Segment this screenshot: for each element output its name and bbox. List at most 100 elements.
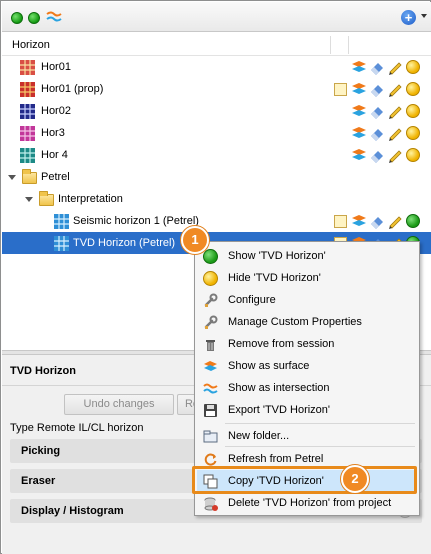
disk-icon: [204, 404, 217, 417]
tree-row-label: Hor02: [41, 105, 71, 117]
surface-icon[interactable]: [351, 59, 367, 75]
seismic-horizon-icon: [54, 214, 69, 229]
yellow-circle-icon[interactable]: [406, 104, 420, 118]
tree-row-label: Hor 4: [41, 149, 68, 161]
expand-icon[interactable]: [25, 197, 33, 202]
surface-icon: [204, 361, 217, 371]
yellow-circle-icon[interactable]: [406, 126, 420, 140]
horizon-grid-icon: [20, 104, 35, 119]
callout-1: 1: [181, 226, 209, 254]
horizon-property-icon: [20, 82, 35, 97]
tree-row-label: Seismic horizon 1 (Petrel): [73, 215, 199, 227]
section-label: Display / Histogram: [21, 505, 124, 517]
folder-icon: [203, 430, 218, 443]
menu-item-show-as-surface[interactable]: Show as surface: [197, 355, 417, 377]
pencil-icon[interactable]: [387, 59, 403, 75]
menu-item-label: Show as intersection: [228, 382, 330, 394]
surface-icon[interactable]: [351, 125, 367, 141]
tree-row-label: Petrel: [41, 171, 70, 183]
pencil-icon[interactable]: [387, 213, 403, 229]
eraser-icon[interactable]: [369, 103, 385, 119]
menu-item-label: Delete 'TVD Horizon' from project: [228, 497, 392, 509]
yellow-circle-icon[interactable]: [406, 82, 420, 96]
menu-item-label: Manage Custom Properties: [228, 316, 362, 328]
tree-row-label: Hor3: [41, 127, 65, 139]
menu-separator: [225, 446, 415, 447]
menu-item-delete-from-project[interactable]: Delete 'TVD Horizon' from project: [197, 492, 417, 514]
add-button[interactable]: +: [401, 10, 416, 25]
column-divider: [348, 36, 349, 54]
pencil-icon[interactable]: [387, 103, 403, 119]
menu-item-label: New folder...: [228, 430, 290, 442]
yellow-circle-icon: [203, 271, 218, 286]
menu-item-configure[interactable]: Configure: [197, 289, 417, 311]
pencil-icon[interactable]: [387, 147, 403, 163]
folder-icon: [39, 191, 54, 206]
tree-row-label: Interpretation: [58, 193, 123, 205]
eraser-icon[interactable]: [369, 125, 385, 141]
section-label: Eraser: [21, 475, 56, 487]
green-circle-icon[interactable]: [406, 214, 420, 228]
horizon-grid-icon: [20, 148, 35, 163]
horizon-grid-icon: [20, 126, 35, 141]
callout-2: 2: [341, 465, 369, 493]
pencil-icon[interactable]: [387, 81, 403, 97]
chevron-down-icon[interactable]: [421, 14, 427, 18]
trash-icon: [206, 340, 215, 351]
show-all-icon[interactable]: [11, 12, 23, 24]
intersection-icon[interactable]: [46, 10, 62, 24]
expand-icon[interactable]: [8, 175, 16, 180]
property-grid-icon[interactable]: [334, 215, 347, 228]
show-icon[interactable]: [28, 12, 40, 24]
wrench-icon: [204, 293, 218, 307]
menu-item-label: Hide 'TVD Horizon': [228, 272, 321, 284]
column-divider: [330, 36, 331, 54]
menu-item-manage-custom-properties[interactable]: Manage Custom Properties: [197, 311, 417, 333]
yellow-circle-icon[interactable]: [406, 60, 420, 74]
undo-changes-button[interactable]: Undo changes: [64, 394, 174, 415]
horizon-window: + Horizon Hor01 Hor01 (prop) Hor02 Hor3 …: [0, 0, 431, 554]
menu-item-label: Show 'TVD Horizon': [228, 250, 326, 262]
eraser-icon[interactable]: [369, 59, 385, 75]
tree-row-petrel[interactable]: Petrel: [2, 166, 431, 188]
tvd-horizon-icon: [54, 236, 69, 251]
menu-item-export[interactable]: Export 'TVD Horizon': [197, 399, 417, 421]
tree-row-label: TVD Horizon (Petrel): [73, 237, 176, 249]
menu-separator: [225, 423, 415, 424]
intersection-icon: [203, 383, 218, 394]
menu-item-label: Export 'TVD Horizon': [228, 404, 331, 416]
horizon-grid-icon: [20, 60, 35, 75]
surface-icon[interactable]: [351, 81, 367, 97]
type-label: Type Remote IL/CL horizon: [10, 422, 144, 434]
surface-icon[interactable]: [351, 213, 367, 229]
tree-row-label: Hor01 (prop): [41, 83, 104, 95]
pencil-icon[interactable]: [387, 125, 403, 141]
green-circle-icon: [203, 249, 218, 264]
eraser-icon[interactable]: [369, 147, 385, 163]
surface-icon[interactable]: [351, 147, 367, 163]
folder-icon: [22, 169, 37, 184]
copy-highlight-box: [192, 466, 417, 494]
property-grid-icon[interactable]: [334, 83, 347, 96]
tree-row-interpretation[interactable]: Interpretation: [2, 188, 431, 210]
delete-icon: [204, 497, 218, 511]
column-header: Horizon: [2, 34, 431, 56]
column-header-label: Horizon: [12, 39, 50, 51]
menu-item-show-as-intersection[interactable]: Show as intersection: [197, 377, 417, 399]
menu-item-label: Configure: [228, 294, 276, 306]
eraser-icon[interactable]: [369, 213, 385, 229]
section-label: Picking: [21, 445, 61, 457]
yellow-circle-icon[interactable]: [406, 148, 420, 162]
menu-item-hide[interactable]: Hide 'TVD Horizon': [197, 267, 417, 289]
wrench-icon: [204, 315, 218, 329]
menu-item-show[interactable]: Show 'TVD Horizon': [197, 245, 417, 267]
menu-item-label: Show as surface: [228, 360, 310, 372]
refresh-icon: [204, 453, 217, 466]
menu-item-new-folder[interactable]: New folder...: [197, 425, 417, 447]
surface-icon[interactable]: [351, 103, 367, 119]
eraser-icon[interactable]: [369, 81, 385, 97]
menu-item-remove-from-session[interactable]: Remove from session: [197, 333, 417, 355]
properties-title: TVD Horizon: [10, 365, 76, 377]
tree-row-label: Hor01: [41, 61, 71, 73]
top-toolbar: +: [2, 2, 431, 32]
